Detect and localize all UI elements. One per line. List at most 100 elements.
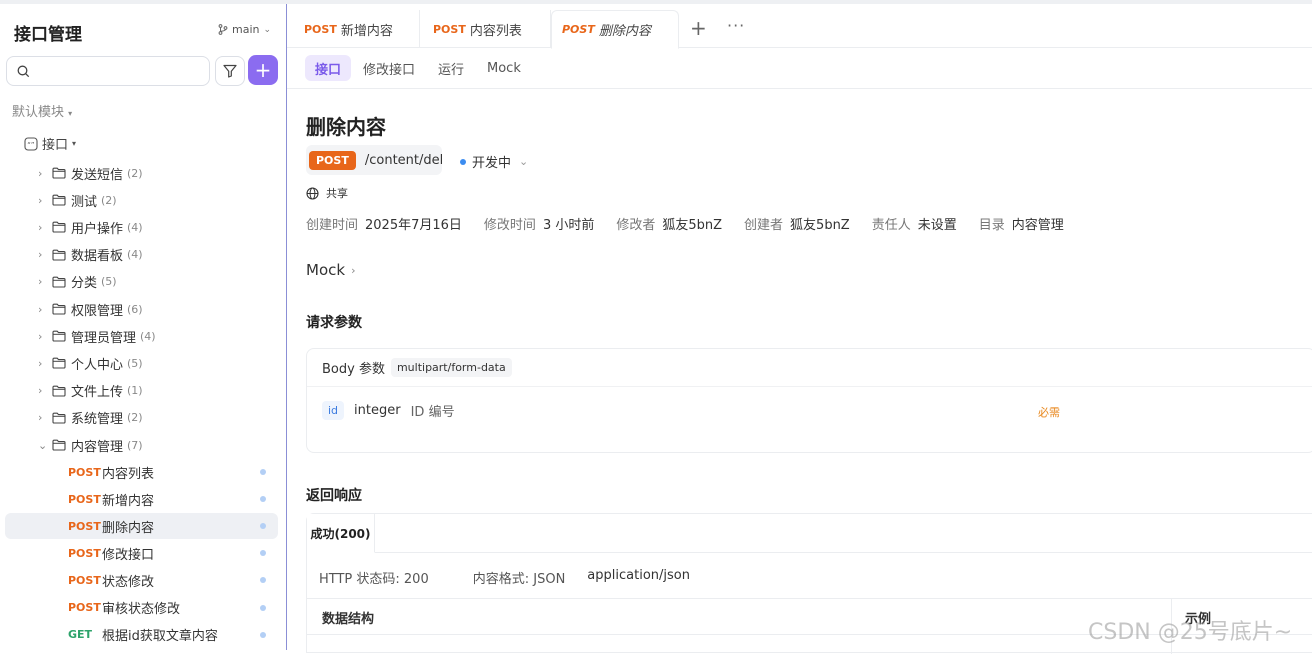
sidebar-api-item[interactable]: POST 修改接口 — [5, 540, 278, 566]
status-dot — [260, 523, 266, 530]
chevron-down-icon: ⌄ — [263, 24, 272, 35]
subtab-interface[interactable]: 接口 — [305, 55, 352, 81]
mock-label: Mock — [306, 261, 346, 279]
api-method: POST — [68, 465, 101, 479]
add-button[interactable]: + — [248, 55, 278, 85]
folder-count: (2) — [101, 193, 117, 207]
api-name: 内容列表 — [102, 466, 155, 482]
meta-value: 狐友5bnZ — [790, 218, 850, 233]
tab-label: 新增内容 — [340, 23, 393, 39]
more-tabs-button[interactable]: ··· — [727, 16, 745, 35]
sidebar-api-item[interactable]: POST 内容列表 — [5, 459, 278, 485]
api-name: 审核状态修改 — [102, 602, 181, 617]
sidebar-api-item[interactable]: POST 状态修改 — [5, 567, 278, 593]
subtab-run[interactable]: 运行 — [428, 55, 474, 81]
status-selector[interactable]: 开发中 ⌄ — [460, 152, 528, 171]
response-info: HTTP 状态码: 200 内容格式: JSON application/jso… — [319, 568, 734, 587]
folder-label: 内容管理 — [71, 439, 124, 455]
chevron-right-icon: › — [38, 275, 43, 289]
tab-content-list[interactable]: POST 内容列表 — [416, 10, 551, 48]
status-dot — [260, 496, 266, 503]
meta-value: 狐友5bnZ — [662, 218, 723, 233]
api-name: 删除内容 — [102, 520, 155, 536]
chevron-right-icon: › — [38, 411, 43, 425]
branch-selector[interactable]: main ⌄ — [218, 23, 271, 36]
folder-label: 分类 — [71, 276, 98, 292]
api-method: POST — [68, 573, 101, 587]
sidebar-folder[interactable]: › 发送短信 (2) — [38, 162, 143, 184]
chevron-down-icon: ⌄ — [519, 155, 529, 168]
module-label: 默认模块 — [12, 105, 65, 120]
status-dot — [460, 158, 466, 165]
sidebar-folder[interactable]: › 数据看板 (4) — [38, 244, 143, 266]
sidebar-divider[interactable] — [286, 4, 287, 650]
folder-icon — [52, 249, 66, 261]
folder-count: (2) — [127, 166, 143, 180]
chevron-right-icon: › — [38, 248, 43, 262]
tree-root-interfaces[interactable]: “” 接口 ▾ — [24, 134, 76, 153]
folder-count: (2) — [127, 411, 143, 425]
folder-label: 文件上传 — [71, 385, 124, 401]
sidebar-api-item[interactable]: GET 根据id获取文章内容 — [5, 622, 278, 648]
sidebar-api-item[interactable]: POST 审核状态修改 — [5, 595, 278, 621]
tab-method: POST — [562, 23, 595, 36]
sidebar-api-item[interactable]: POST 新增内容 — [5, 486, 278, 512]
filter-button[interactable] — [215, 56, 245, 86]
subtab-mock[interactable]: Mock — [477, 55, 531, 81]
tab-add-content[interactable]: POST 新增内容 — [287, 10, 420, 48]
body-label: Body 参数 — [322, 362, 385, 377]
chevron-right-icon: › — [38, 166, 43, 180]
tab-label: 内容列表 — [469, 23, 522, 39]
share-toggle[interactable]: 共享 — [306, 185, 348, 201]
folder-label: 发送短信 — [71, 167, 124, 183]
sidebar-folder[interactable]: › 个人中心 (5) — [38, 352, 143, 374]
folder-icon — [52, 194, 66, 206]
folder-icon — [52, 412, 66, 424]
meta-key: 修改者 — [616, 218, 656, 233]
globe-icon — [306, 186, 319, 200]
sidebar-api-item[interactable]: POST 删除内容 — [5, 513, 278, 540]
sidebar-folder[interactable]: › 权限管理 (6) — [38, 298, 143, 320]
body-params-header: Body 参数 multipart/form-data — [307, 349, 1312, 387]
api-method: POST — [68, 492, 101, 506]
api-root-icon: “” — [24, 136, 38, 151]
chevron-right-icon: › — [38, 356, 43, 370]
sidebar-folder[interactable]: › 分类 (5) — [38, 271, 117, 293]
chevron-right-icon: › — [38, 329, 43, 343]
param-required-badge: 必需 — [1038, 406, 1060, 419]
mock-section-link[interactable]: Mock › — [306, 261, 355, 279]
folder-label: 管理员管理 — [71, 330, 137, 346]
sidebar-folder[interactable]: ⌄ 内容管理 (7) — [38, 434, 143, 456]
subtab-edit[interactable]: 修改接口 — [353, 55, 425, 81]
divider — [307, 598, 1312, 599]
folder-count: (4) — [127, 248, 143, 262]
folder-label: 测试 — [71, 194, 98, 210]
sidebar-folder[interactable]: › 管理员管理 (4) — [38, 325, 156, 347]
sidebar-folder[interactable]: › 系统管理 (2) — [38, 407, 143, 429]
tab-label: 删除内容 — [598, 24, 651, 39]
param-name: id — [322, 401, 345, 420]
caret-down-icon: ▾ — [72, 139, 77, 148]
meta-key: 修改时间 — [483, 218, 536, 233]
sidebar-folder[interactable]: › 文件上传 (1) — [38, 380, 143, 402]
tab-delete-content[interactable]: POST 删除内容 — [551, 10, 679, 49]
folder-count: (7) — [127, 438, 143, 452]
response-tab-200[interactable]: 成功(200) — [307, 514, 375, 553]
chevron-right-icon: › — [38, 302, 43, 316]
api-path-box[interactable]: POST /content/del — [306, 145, 443, 175]
folder-icon — [52, 330, 66, 342]
sidebar-folder[interactable]: › 用户操作 (4) — [38, 216, 143, 238]
tab-method: POST — [433, 22, 466, 36]
sidebar-folder[interactable]: › 测试 (2) — [38, 189, 117, 211]
caret-down-icon: ▾ — [68, 109, 73, 118]
new-tab-button[interactable]: + — [690, 16, 707, 40]
param-row[interactable]: id integer ID 编号 — [322, 401, 455, 420]
module-selector[interactable]: 默认模块 ▾ — [12, 101, 72, 120]
api-method: POST — [68, 546, 101, 560]
meta-key: 创建者 — [744, 218, 784, 233]
request-params-title: 请求参数 — [306, 315, 362, 331]
folder-label: 系统管理 — [71, 412, 124, 428]
chevron-right-icon: › — [38, 193, 43, 207]
search-input[interactable] — [6, 56, 210, 86]
api-method: GET — [68, 628, 93, 642]
